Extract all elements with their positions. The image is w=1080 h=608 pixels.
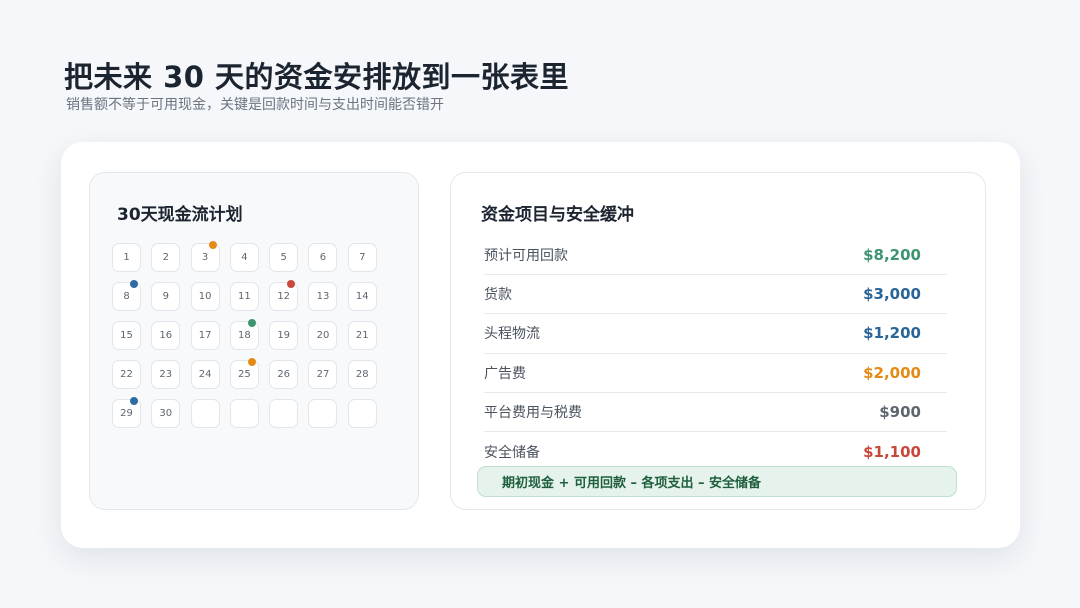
- calendar-day-label: 7: [359, 252, 366, 263]
- funds-panel: 资金项目与安全缓冲 预计可用回款 $8,200 货款 $3,000 头程物流 $1,200…: [450, 172, 986, 510]
- calendar-day[interactable]: 20: [308, 321, 338, 350]
- calendar-day[interactable]: 13: [308, 282, 338, 311]
- calendar-day-label: 20: [316, 330, 330, 341]
- calendar-empty-cell: [229, 399, 259, 428]
- calendar-day[interactable]: 9: [151, 282, 181, 311]
- calendar-day-label: 30: [159, 408, 173, 419]
- calendar-day-label: 3: [201, 252, 209, 263]
- calendar-day-label: 19: [277, 330, 291, 341]
- calendar-day-label: 11: [238, 291, 251, 302]
- calendar-empty-cell: [347, 399, 377, 428]
- calendar-day[interactable]: 8: [112, 280, 141, 311]
- calendar-day-label: 4: [241, 252, 248, 263]
- calendar-day[interactable]: 4: [229, 243, 259, 272]
- calendar-day[interactable]: 19: [269, 321, 299, 350]
- calendar-day[interactable]: 30: [151, 399, 181, 428]
- calendar-day[interactable]: 1: [112, 243, 141, 272]
- calendar-day[interactable]: 15: [112, 321, 141, 350]
- calendar-grid: 1 2 3 4 5 6 7 8 9 10 11 12 13 14 15 16 17 18 19 20 21 22 23 24 2…: [112, 241, 377, 428]
- fund-item-row: 货款 $3,000: [484, 275, 947, 315]
- calendar-day[interactable]: 16: [151, 321, 181, 350]
- calendar-day[interactable]: 22: [112, 360, 141, 389]
- calendar-day-label: 1: [123, 252, 130, 263]
- calendar-day-label: 16: [159, 330, 173, 341]
- event-marker-dot: [247, 358, 256, 366]
- calendar-day[interactable]: 26: [269, 360, 299, 389]
- fund-item-row: 预计可用回款 $8,200: [484, 236, 947, 276]
- calendar-day[interactable]: 17: [190, 321, 220, 350]
- calendar-day-label: 14: [355, 291, 369, 302]
- calendar-day[interactable]: 10: [190, 282, 220, 311]
- calendar-day[interactable]: 24: [190, 360, 220, 389]
- funds-title: 资金项目与安全缓冲: [481, 205, 634, 225]
- event-marker-dot: [287, 280, 296, 288]
- calendar-day-label: 2: [162, 252, 169, 263]
- calendar-day-label: 18: [238, 330, 251, 341]
- fund-item-amount: $2,000: [863, 363, 921, 382]
- event-marker-dot: [130, 280, 138, 288]
- event-marker-dot: [130, 397, 138, 405]
- calendar-day-label: 28: [355, 369, 369, 380]
- cashflow-calendar-panel: 30天现金流计划 1 2 3 4 5 6 7 8 9 10 11 12 13 14 15 16 17 18 19 20…: [89, 172, 419, 510]
- fund-item-amount: $900: [879, 402, 921, 421]
- calendar-day-label: 26: [277, 369, 291, 380]
- calendar-day[interactable]: 23: [151, 360, 181, 389]
- calendar-day[interactable]: 2: [151, 243, 181, 272]
- calendar-day-label: 21: [355, 330, 369, 341]
- calendar-day-label: 6: [319, 252, 327, 263]
- calendar-day-label: 12: [277, 291, 291, 302]
- fund-item-label: 广告费: [484, 365, 526, 382]
- fund-item-amount: $1,100: [863, 442, 921, 461]
- calendar-day[interactable]: 3: [190, 241, 220, 272]
- fund-item-amount: $3,000: [863, 285, 921, 304]
- calendar-day[interactable]: 6: [308, 243, 338, 272]
- fund-item-amount: $1,200: [863, 324, 921, 343]
- calendar-empty-cell: [269, 399, 299, 428]
- calendar-day[interactable]: 21: [347, 321, 377, 350]
- calendar-day-label: 13: [316, 291, 330, 302]
- calendar-day[interactable]: 29: [112, 397, 141, 428]
- calendar-day-label: 23: [159, 369, 173, 380]
- calendar-day-label: 15: [120, 330, 133, 341]
- calendar-day-label: 5: [280, 252, 287, 263]
- calendar-day-label: 22: [120, 369, 133, 380]
- fund-item-label: 头程物流: [484, 326, 540, 343]
- calendar-day[interactable]: 7: [347, 243, 377, 272]
- fund-item-row: 头程物流 $1,200: [484, 314, 947, 354]
- fund-item-label: 预计可用回款: [484, 248, 568, 265]
- event-marker-dot: [208, 241, 217, 249]
- event-marker-dot: [247, 319, 256, 327]
- calendar-day[interactable]: 11: [229, 282, 259, 311]
- calendar-empty-cell: [190, 399, 220, 428]
- calendar-day[interactable]: 14: [347, 282, 377, 311]
- calendar-day-label: 29: [120, 408, 133, 419]
- calendar-day-label: 27: [316, 369, 330, 380]
- fund-item-row: 广告费 $2,000: [484, 354, 947, 393]
- calendar-day[interactable]: 18: [229, 319, 259, 350]
- calendar-day[interactable]: 27: [308, 360, 338, 389]
- fund-item-label: 平台费用与税费: [484, 404, 582, 421]
- calendar-day[interactable]: 25: [229, 358, 259, 389]
- main-card: 30天现金流计划 1 2 3 4 5 6 7 8 9 10 11 12 13 14 15 16 17 18 19 20…: [61, 142, 1020, 548]
- calendar-day-label: 10: [198, 291, 212, 302]
- fund-item-row: 平台费用与税费 $900: [484, 393, 947, 432]
- calendar-day-label: 9: [162, 291, 169, 302]
- formula-banner: 期初现金 + 可用回款 – 各项支出 – 安全储备: [477, 466, 957, 497]
- calendar-day[interactable]: 5: [269, 243, 299, 272]
- calendar-day-label: 8: [123, 291, 130, 302]
- calendar-day[interactable]: 12: [269, 280, 299, 311]
- funds-list: 预计可用回款 $8,200 货款 $3,000 头程物流 $1,200 广告费 $2,000 平…: [484, 236, 947, 471]
- page-title: 把未来 30 天的资金安排放到一张表里: [64, 60, 570, 94]
- fund-item-label: 货款: [484, 287, 512, 304]
- fund-item-amount: $8,200: [863, 246, 921, 265]
- calendar-day-label: 17: [198, 330, 212, 341]
- calendar-day-label: 25: [238, 369, 251, 380]
- calendar-day[interactable]: 28: [347, 360, 377, 389]
- calendar-day-label: 24: [198, 369, 212, 380]
- calendar-title: 30天现金流计划: [117, 205, 243, 225]
- fund-item-label: 安全储备: [484, 444, 540, 461]
- page-subtitle: 销售额不等于可用现金，关键是回款时间与支出时间能否错开: [66, 97, 444, 113]
- calendar-empty-cell: [308, 399, 338, 428]
